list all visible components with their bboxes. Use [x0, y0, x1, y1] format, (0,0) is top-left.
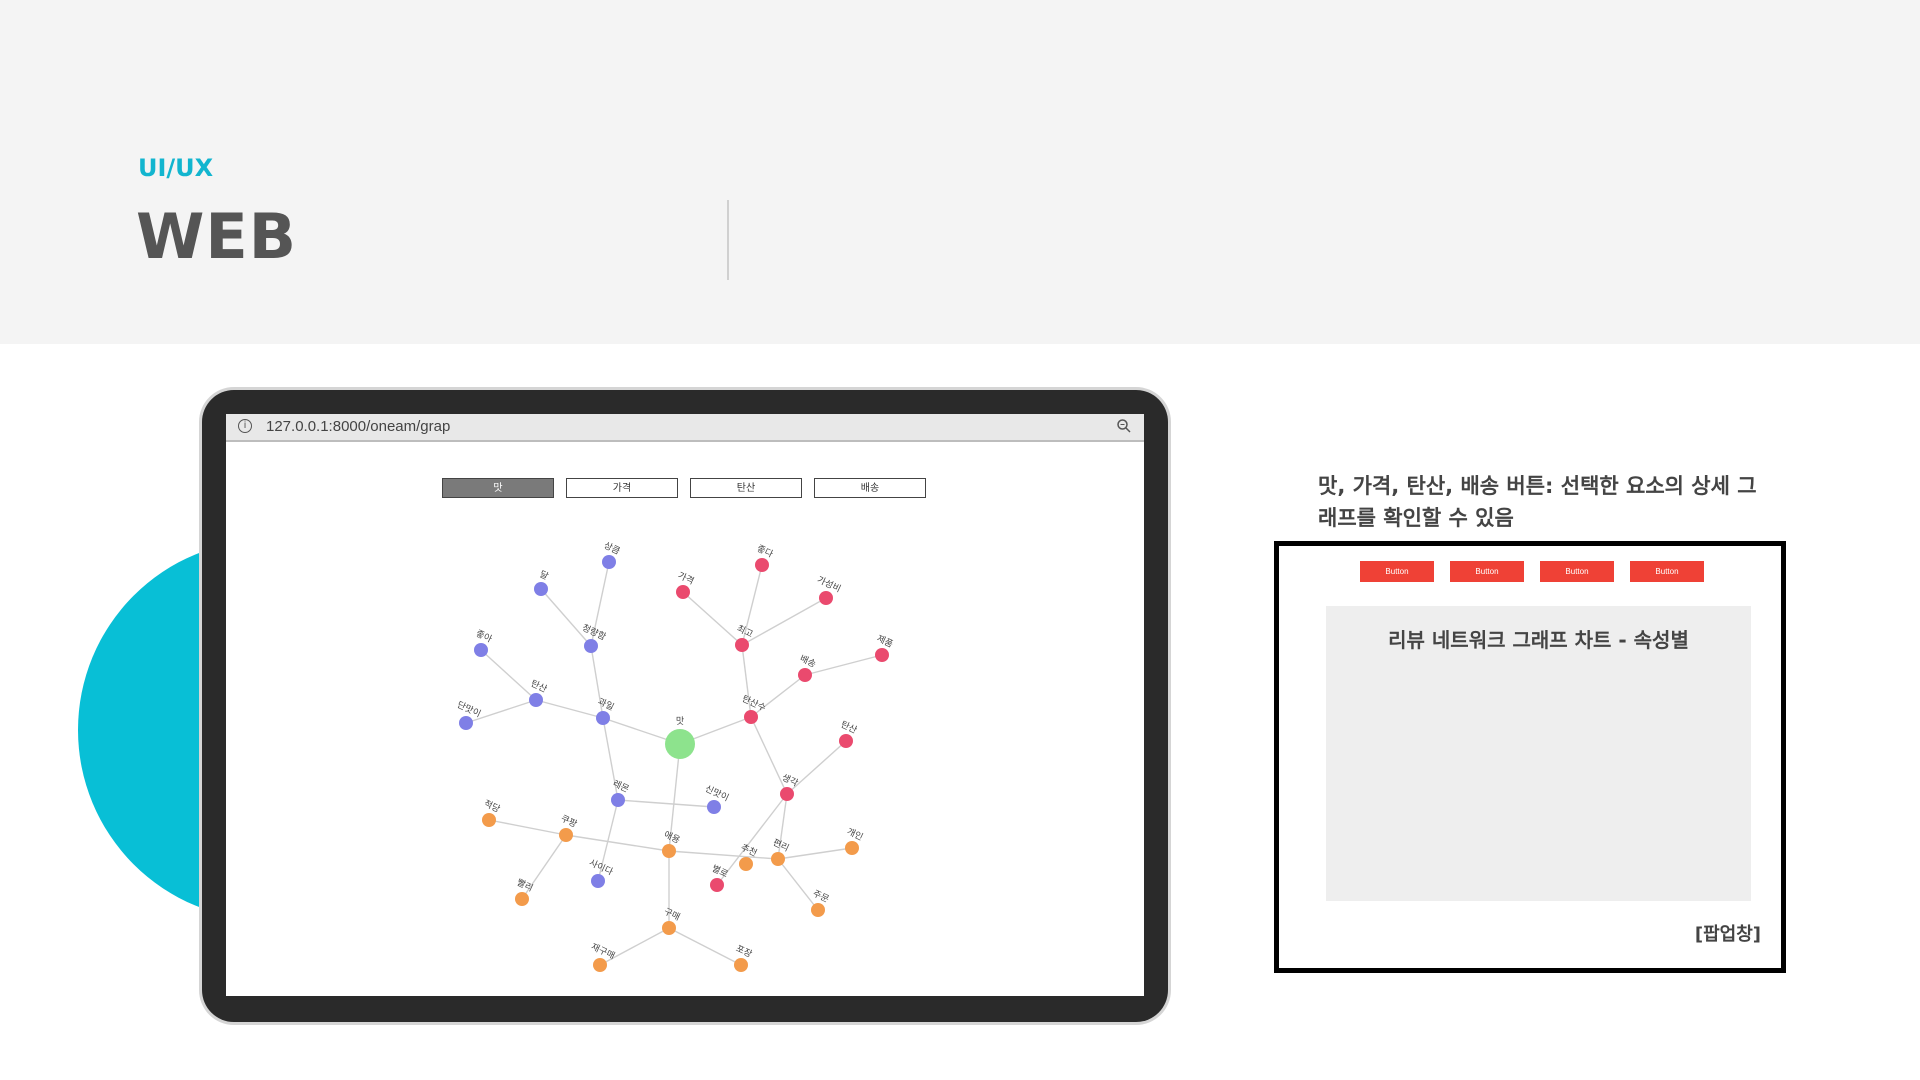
graph-edge — [540, 588, 592, 647]
graph-edge — [668, 850, 779, 860]
network-graph: 맛상큼달청량함좋아탄산단맛이 과일레몬 신맛이사이다가격좋다가성비최고배송제품탄산수… — [455, 540, 895, 972]
graph-node-label: 애용 — [662, 829, 682, 846]
graph-node-label: 맛 — [676, 716, 684, 727]
graph-node-label: 가격 — [676, 569, 696, 587]
graph-node-b3[interactable] — [584, 639, 598, 653]
graph-node-p4[interactable] — [735, 638, 749, 652]
graph-node-p1[interactable] — [676, 585, 690, 599]
graph-node-root[interactable] — [665, 729, 695, 759]
popup-window: Button Button Button Button 리뷰 네트워크 그래프 … — [1274, 541, 1786, 973]
graph-node-label: 레몬 — [611, 778, 631, 795]
graph-node-p2[interactable] — [755, 558, 769, 572]
graph-node-b1[interactable] — [602, 555, 616, 569]
graph-node-label: 최고 — [735, 623, 755, 640]
graph-node-b10[interactable] — [591, 874, 605, 888]
graph-node-label: 배송 — [798, 653, 818, 670]
graph-node-o6[interactable] — [845, 841, 859, 855]
graph-node-label: 탄산 — [529, 678, 549, 695]
graph-node-label: 적당 — [482, 797, 502, 815]
graph-node-o10[interactable] — [734, 958, 748, 972]
graph-node-p6[interactable] — [875, 648, 889, 662]
graph-edge — [682, 591, 743, 646]
graph-node-o7[interactable] — [771, 852, 785, 866]
graph-edge — [480, 649, 537, 701]
popup-button-3[interactable]: Button — [1540, 561, 1614, 582]
graph-node-b9[interactable] — [707, 800, 721, 814]
graph-node-label: 좋다 — [755, 543, 775, 560]
popup-caption: [팝업창] — [1694, 924, 1761, 945]
graph-node-b4[interactable] — [474, 643, 488, 657]
graph-node-label: 청량함 — [580, 621, 608, 642]
graph-node-b6[interactable] — [459, 716, 473, 730]
graph-node-b2[interactable] — [534, 582, 548, 596]
graph-node-label: 상큼 — [602, 540, 622, 557]
graph-edge — [804, 654, 883, 676]
page-title: WEB — [136, 200, 297, 273]
popup-chart-area: 리뷰 네트워크 그래프 차트 - 속성별 — [1326, 606, 1751, 901]
description-text: 맛, 가격, 탄산, 배송 버튼: 선택한 요소의 상세 그래프를 확인할 수 … — [1318, 474, 1757, 530]
graph-node-p7[interactable] — [744, 710, 758, 724]
graph-node-label: 탄산 — [839, 719, 859, 736]
popup-button-1[interactable]: Button — [1360, 561, 1434, 582]
graph-node-label: 쿠팡 — [559, 813, 579, 830]
graph-node-label: 달 — [538, 568, 551, 582]
graph-node-o5[interactable] — [662, 921, 676, 935]
graph-node-p9[interactable] — [780, 787, 794, 801]
graph-node-b5[interactable] — [529, 693, 543, 707]
graph-node-p5[interactable] — [798, 668, 812, 682]
graph-edge — [535, 699, 604, 719]
graph-node-o2[interactable] — [559, 828, 573, 842]
graph-edge — [617, 799, 715, 808]
header-band: UI/UX WEB — [0, 0, 1920, 344]
graph-node-p3[interactable] — [819, 591, 833, 605]
graph-node-label: 과일 — [596, 696, 616, 713]
graph-node-o9[interactable] — [593, 958, 607, 972]
graph-node-label: 제품 — [875, 633, 895, 650]
graph-edge — [668, 927, 742, 966]
graph-node-o8[interactable] — [811, 903, 825, 917]
graph-node-b7[interactable] — [596, 711, 610, 725]
tablet-screen: i 127.0.0.1:8000/oneam/grap 맛 가격 탄산 배송 맛… — [226, 414, 1144, 996]
graph-node-label: 주문 — [811, 888, 831, 905]
graph-node-o4[interactable] — [662, 844, 676, 858]
popup-button-4[interactable]: Button — [1630, 561, 1704, 582]
graph-node-p8[interactable] — [839, 734, 853, 748]
graph-node-label: 구매 — [662, 906, 682, 923]
graph-node-label: 좋아 — [474, 628, 494, 645]
graph-node-label: 개인 — [845, 826, 865, 843]
popup-chart-title: 리뷰 네트워크 그래프 차트 - 속성별 — [1388, 628, 1689, 652]
graph-node-label: 포장 — [734, 943, 754, 960]
graph-node-o3[interactable] — [515, 892, 529, 906]
graph-edge — [565, 834, 670, 852]
tablet-mockup: i 127.0.0.1:8000/oneam/grap 맛 가격 탄산 배송 맛… — [202, 390, 1168, 1022]
graph-edge — [777, 858, 819, 911]
graph-node-b8[interactable] — [611, 793, 625, 807]
graph-node-p10[interactable] — [710, 878, 724, 892]
graph-node-o11[interactable] — [739, 857, 753, 871]
graph-edge — [488, 819, 567, 836]
graph-edge — [741, 597, 827, 646]
popup-button-2[interactable]: Button — [1450, 561, 1524, 582]
graph-node-label: 빨리 — [515, 877, 535, 894]
graph-node-label: 별로 — [710, 863, 730, 880]
section-label: UI/UX — [138, 154, 214, 182]
graph-node-o1[interactable] — [482, 813, 496, 827]
header-divider — [727, 200, 729, 280]
graph-edge — [777, 847, 853, 860]
